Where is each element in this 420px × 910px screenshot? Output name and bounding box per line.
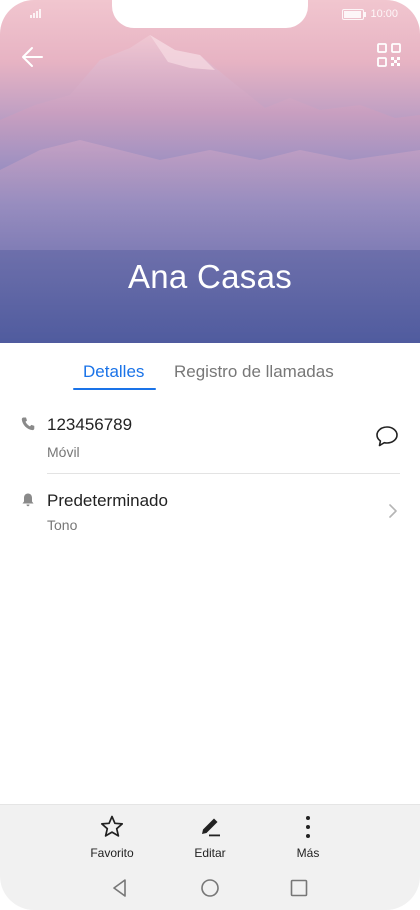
- contact-detail-screen: 10:00 Ana Casas Detalles Registro de lla…: [0, 0, 420, 910]
- nav-home-icon[interactable]: [199, 877, 221, 899]
- ringtone-value: Predeterminado: [47, 491, 168, 510]
- edit-label: Editar: [194, 846, 226, 860]
- nav-recents-icon[interactable]: [288, 877, 310, 899]
- phone-number-row[interactable]: 123456789 Móvil: [0, 404, 420, 474]
- phone-icon: [21, 417, 35, 431]
- pencil-icon: [202, 818, 220, 837]
- arrow-left-icon[interactable]: [18, 42, 48, 72]
- more-button[interactable]: Más: [273, 813, 343, 860]
- more-label: Más: [296, 846, 320, 860]
- favorite-button[interactable]: Favorito: [77, 813, 147, 860]
- detail-tabs: Detalles Registro de llamadas: [0, 358, 420, 394]
- ringtone-label: Tono: [47, 517, 78, 533]
- message-bubble-icon[interactable]: [374, 424, 400, 450]
- edit-button[interactable]: Editar: [175, 813, 245, 860]
- camera-notch: [112, 0, 308, 28]
- system-navigation-bar: [0, 875, 420, 905]
- nav-back-icon[interactable]: [109, 877, 131, 899]
- tab-detalles[interactable]: Detalles: [83, 362, 144, 382]
- tab-registro-de-llamadas[interactable]: Registro de llamadas: [174, 362, 334, 382]
- signal-icon: [30, 9, 41, 18]
- more-vertical-icon: [306, 816, 310, 838]
- contact-name: Ana Casas: [127, 258, 293, 295]
- contact-header: 10:00 Ana Casas: [0, 0, 420, 343]
- ringtone-row[interactable]: Predeterminado Tono: [0, 480, 420, 540]
- phone-number: 123456789: [47, 415, 133, 434]
- bottom-action-bar: Favorito Editar Más: [0, 804, 420, 910]
- row-divider: [47, 473, 400, 474]
- favorite-label: Favorito: [90, 846, 134, 860]
- status-bar: 10:00: [342, 8, 398, 20]
- chevron-right-icon: [389, 504, 397, 518]
- star-outline-icon: [100, 815, 124, 837]
- battery-icon: [342, 8, 367, 20]
- tab-indicator: [73, 388, 156, 390]
- qr-code-icon[interactable]: [376, 42, 402, 68]
- bell-icon: [22, 493, 34, 507]
- status-time: 10:00: [370, 8, 398, 20]
- phone-type: Móvil: [47, 444, 80, 460]
